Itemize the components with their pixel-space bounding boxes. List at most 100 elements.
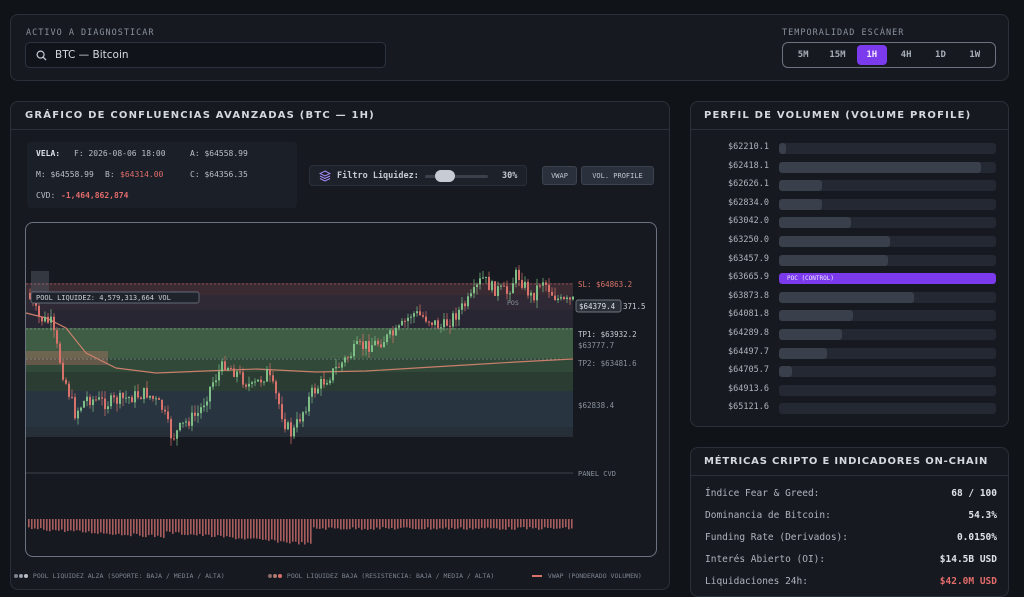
volume-profile-row: $64913.6 xyxy=(691,384,1010,396)
candle-body xyxy=(557,298,559,301)
volume-profile-price: $64497.7 xyxy=(728,346,769,357)
candle-body xyxy=(266,369,268,382)
volume-profile-bar xyxy=(779,347,827,359)
volume-profile-title: PERFIL DE VOLUMEN (VOLUME PROFILE) xyxy=(704,110,972,121)
candle-body xyxy=(326,383,328,385)
candle-body xyxy=(305,411,307,413)
candle-body xyxy=(74,397,76,419)
search-icon xyxy=(36,50,47,61)
asset-selector-bar: ACTIVO A DIAGNOSTICAR BTC — Bitcoin TEMP… xyxy=(10,14,1009,81)
volume-profile-bar xyxy=(779,329,842,340)
cvd-bar xyxy=(112,519,114,535)
cvd-bar xyxy=(397,519,399,529)
volume-profile-price: $64705.7 xyxy=(728,365,769,376)
candle-body xyxy=(392,330,394,336)
cvd-bar xyxy=(385,519,387,529)
price-chart[interactable]: POOL LIQUIDEZ: 4,579,313,664 VOL SL: $64… xyxy=(25,222,657,557)
candle-body xyxy=(143,387,145,400)
volume-profile-price: $62834.0 xyxy=(728,197,769,208)
layers-icon xyxy=(319,170,331,182)
cvd-bar xyxy=(34,519,36,529)
volume-profile-price: $63873.8 xyxy=(728,290,769,301)
volume-profile-row: $62418.1 xyxy=(691,161,1010,173)
volume-profile-bar xyxy=(779,291,914,303)
cvd-bar xyxy=(241,519,243,539)
candle-body xyxy=(446,319,448,326)
candle-body xyxy=(146,387,148,398)
cvd-bar xyxy=(394,519,396,530)
candle-body xyxy=(128,397,130,399)
cvd-bar xyxy=(493,519,495,529)
cvd-bar xyxy=(166,519,168,532)
price-chart-canvas[interactable]: POOL LIQUIDEZ: 4,579,313,664 VOL SL: $64… xyxy=(26,223,657,557)
cvd-bar xyxy=(310,519,312,544)
cvd-bar xyxy=(445,519,447,528)
candle-body xyxy=(296,419,298,428)
cvd-bar xyxy=(208,519,210,535)
cvd-bar xyxy=(361,519,363,530)
volume-profile-price: $62626.1 xyxy=(728,179,769,190)
cvd-bar xyxy=(229,519,231,537)
vwap-toggle-button[interactable]: VWAP xyxy=(542,166,577,185)
cvd-bar xyxy=(292,519,294,542)
cvd-bar xyxy=(364,519,366,529)
candle-body xyxy=(368,341,370,352)
divider xyxy=(691,129,1008,130)
volume-profile-track xyxy=(779,347,996,359)
candle-body xyxy=(188,421,190,426)
candle-body xyxy=(98,397,100,400)
candle-body xyxy=(524,281,526,288)
candle-body xyxy=(512,283,514,294)
cvd-bar xyxy=(187,519,189,536)
candle-info-box: VELA: F: 2026-08-06 18:00 A: $64558.99 M… xyxy=(27,142,297,208)
volume-profile-toggle-button[interactable]: VOL. PROFILE xyxy=(581,166,654,185)
candle-body xyxy=(62,362,64,380)
liquidity-slider-thumb[interactable] xyxy=(435,170,455,182)
timeframe-4h-button[interactable]: 4H xyxy=(891,45,921,65)
candle-body xyxy=(95,399,97,401)
candle-body xyxy=(221,361,223,372)
candle-body xyxy=(551,292,553,296)
timeframe-1h-button[interactable]: 1H xyxy=(856,45,887,65)
cvd-bar xyxy=(145,519,147,538)
candle-body xyxy=(386,334,388,343)
cvd-bar xyxy=(127,519,129,536)
cvd-bar xyxy=(64,519,66,533)
candle-body xyxy=(542,282,544,286)
candle-body xyxy=(41,316,43,322)
candle-body xyxy=(476,284,478,288)
cvd-bar xyxy=(55,519,57,531)
cvd-bar xyxy=(514,519,516,530)
volume-profile-row: $64497.7 xyxy=(691,347,1010,359)
asset-search-input[interactable]: BTC — Bitcoin xyxy=(25,42,386,68)
cvd-bar xyxy=(271,519,273,540)
cvd-bar xyxy=(487,519,489,528)
timeframe-15m-button[interactable]: 15M xyxy=(822,45,852,65)
candle-body xyxy=(170,419,172,439)
cvd-bar xyxy=(52,519,54,530)
cvd-bar xyxy=(520,519,522,528)
cvd-bar xyxy=(508,519,510,528)
cvd-bar xyxy=(115,519,117,535)
candle-body xyxy=(218,371,220,381)
cvd-bar xyxy=(457,519,459,529)
timeframe-5m-button[interactable]: 5M xyxy=(788,45,818,65)
cvd-bar xyxy=(532,519,534,529)
cvd-bar xyxy=(181,519,183,535)
candle-body xyxy=(539,285,541,287)
candle-body xyxy=(425,316,427,322)
timeframe-1d-button[interactable]: 1D xyxy=(925,45,955,65)
metric-label: Funding Rate (Derivados): xyxy=(705,532,848,543)
cvd-bar xyxy=(547,519,549,528)
cvd-bar xyxy=(379,519,381,530)
cvd-bar xyxy=(184,519,186,535)
candle-body xyxy=(341,362,343,368)
timeframe-1w-button[interactable]: 1W xyxy=(960,45,990,65)
candle-body xyxy=(569,297,571,300)
cvd-bar xyxy=(82,519,84,533)
cvd-bar xyxy=(193,519,195,535)
cvd-bar xyxy=(172,519,174,534)
candle-label: VELA: xyxy=(36,149,61,158)
cvd-bar xyxy=(202,519,204,537)
candle-body xyxy=(545,282,547,285)
